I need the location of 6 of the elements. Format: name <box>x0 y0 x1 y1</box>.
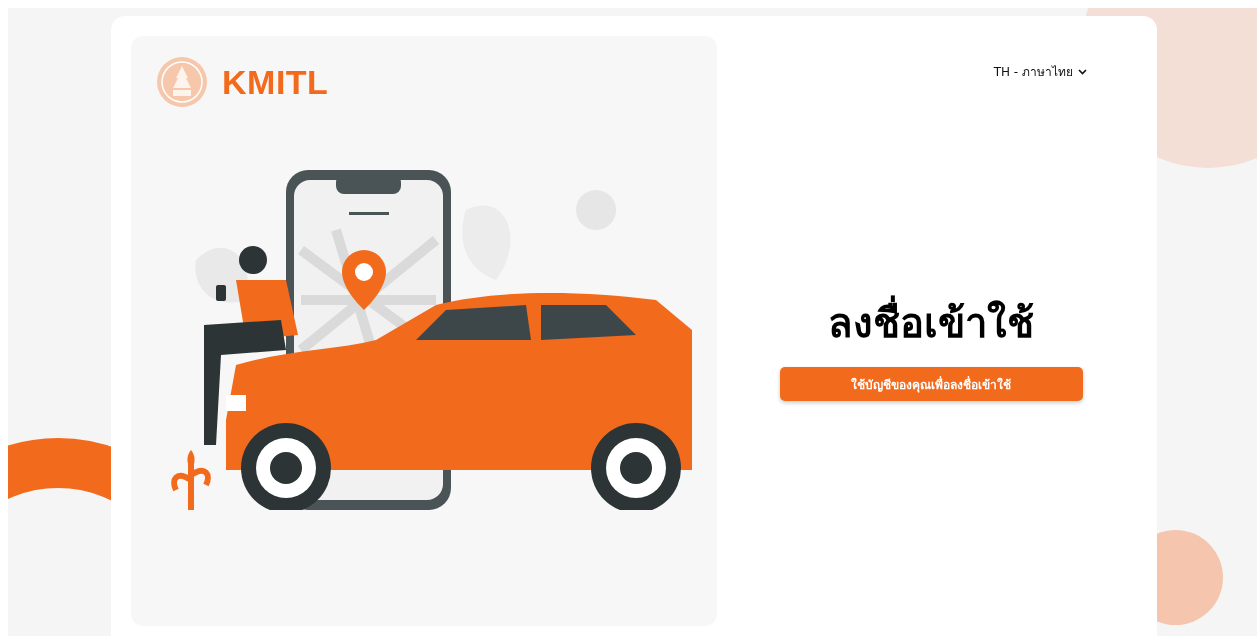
brand-name: KMITL <box>222 62 329 102</box>
plant-drawing <box>171 450 211 510</box>
chevron-down-icon <box>1078 68 1087 75</box>
language-selector[interactable]: TH - ภาษาไทย <box>993 60 1087 83</box>
login-title: ลงชื่อเข้าใช้ <box>828 291 1034 355</box>
seal-icon <box>156 56 208 108</box>
